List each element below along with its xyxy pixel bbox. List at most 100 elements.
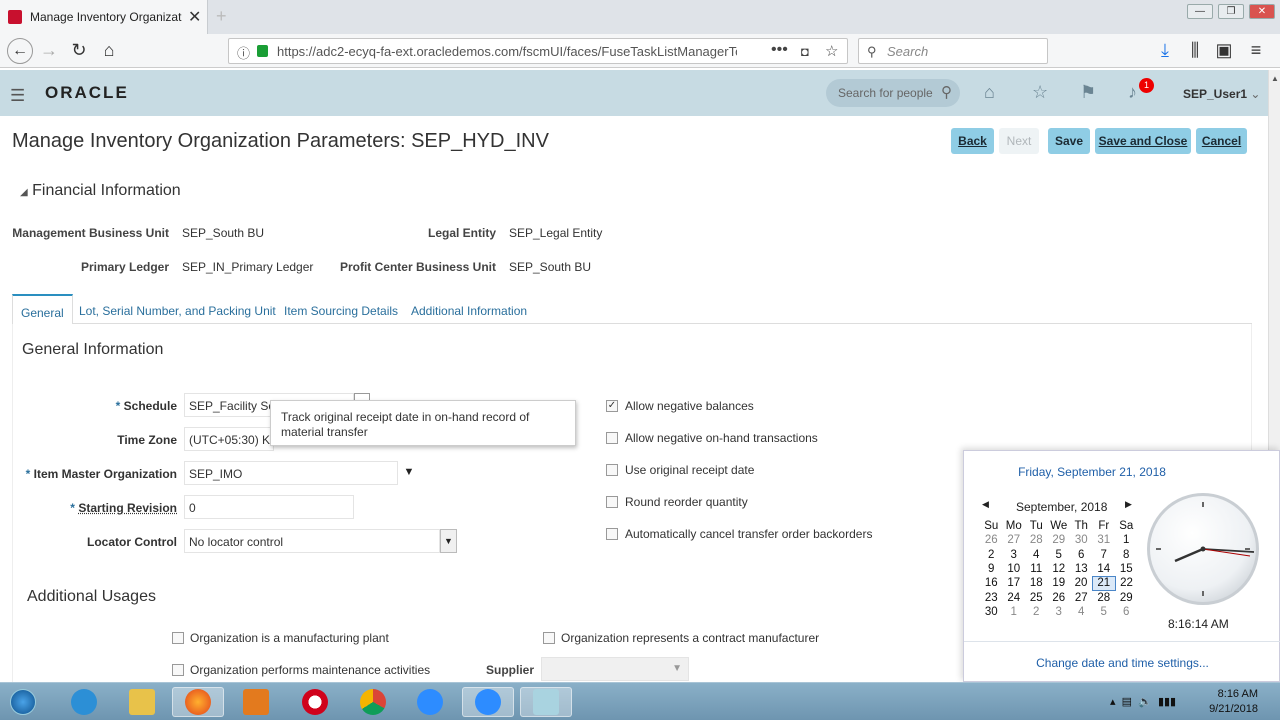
user-menu[interactable]: SEP_User1 ⌄ — [1183, 87, 1260, 101]
calendar-day[interactable]: 30 — [980, 605, 1003, 619]
calendar-day[interactable]: 5 — [1093, 605, 1116, 619]
calendar-day[interactable]: 29 — [1115, 590, 1138, 604]
taskbar-chrome[interactable] — [347, 687, 399, 717]
allow-negative-onhand-checkbox[interactable] — [606, 432, 618, 444]
home-icon[interactable]: ⌂ — [984, 82, 995, 103]
library-icon[interactable]: ⫼ — [1184, 40, 1206, 61]
calendar-day[interactable]: 9 — [980, 562, 1003, 576]
chevron-down-icon[interactable]: ▼ — [440, 529, 457, 553]
time-zone-field[interactable]: (UTC+05:30) Ko — [184, 427, 274, 451]
calendar-day[interactable]: 19 — [1048, 576, 1071, 590]
calendar-day[interactable]: 15 — [1115, 562, 1138, 576]
system-tray[interactable]: ▴ ▤ 🔈 ▮▮▮ — [1110, 695, 1176, 708]
calendar-day[interactable]: 28 — [1093, 590, 1116, 604]
auto-cancel-backorders-checkbox[interactable] — [606, 528, 618, 540]
taskbar-app[interactable] — [520, 687, 572, 717]
tab-item-sourcing-details[interactable]: Item Sourcing Details — [284, 304, 398, 318]
taskbar-opera[interactable] — [289, 687, 341, 717]
calendar-day[interactable]: 14 — [1093, 562, 1116, 576]
calendar-day[interactable]: 31 — [1093, 533, 1116, 547]
save-button[interactable]: Save — [1048, 128, 1090, 154]
calendar-day[interactable]: 4 — [1070, 605, 1093, 619]
financial-information-header[interactable]: ◢ Financial Information — [20, 182, 181, 200]
round-reorder-quantity-checkbox[interactable] — [606, 496, 618, 508]
taskbar-internet-explorer[interactable] — [58, 687, 110, 717]
calendar-day[interactable]: 27 — [1070, 590, 1093, 604]
next-month-icon[interactable]: ▶ — [1125, 499, 1132, 510]
calendar-day[interactable]: 21 — [1092, 575, 1116, 591]
calendar-month-title[interactable]: September, 2018 — [1016, 500, 1107, 514]
use-original-receipt-date-checkbox[interactable] — [606, 464, 618, 476]
tab-additional-information[interactable]: Additional Information — [411, 304, 527, 318]
calendar-day[interactable]: 26 — [980, 533, 1003, 547]
change-date-time-settings-link[interactable]: Change date and time settings... — [964, 656, 1280, 670]
browser-search-input[interactable]: ⚲ Search — [858, 38, 1048, 64]
calendar-day[interactable]: 26 — [1048, 590, 1071, 604]
back-button[interactable]: Back — [951, 128, 994, 154]
minimize-window-icon[interactable]: — — [1187, 4, 1213, 19]
calendar-day[interactable]: 10 — [1003, 562, 1026, 576]
reload-icon[interactable]: ↻ — [68, 40, 90, 61]
start-button[interactable] — [0, 687, 46, 717]
calendar-day[interactable]: 16 — [980, 576, 1003, 590]
back-arrow-icon[interactable]: ← — [7, 38, 33, 64]
calendar-full-date-link[interactable]: Friday, September 21, 2018 — [964, 465, 1220, 479]
maintenance-activities-checkbox[interactable] — [172, 664, 184, 676]
next-button[interactable]: Next — [999, 128, 1039, 154]
calendar-day[interactable]: 27 — [1003, 533, 1026, 547]
new-tab-icon[interactable]: + — [216, 6, 227, 27]
favorites-star-icon[interactable]: ☆ — [1032, 82, 1048, 103]
calendar-day[interactable]: 3 — [1048, 605, 1071, 619]
calendar-day[interactable]: 17 — [1003, 576, 1026, 590]
starting-revision-input[interactable]: 0 — [184, 495, 354, 519]
info-icon[interactable]: ⓘ — [237, 43, 250, 62]
tab-general[interactable]: General — [12, 294, 73, 324]
calendar-day[interactable]: 12 — [1048, 562, 1071, 576]
previous-month-icon[interactable]: ◀ — [982, 499, 989, 510]
cancel-button[interactable]: Cancel — [1196, 128, 1247, 154]
collapse-triangle-icon[interactable]: ◢ — [20, 187, 28, 198]
browser-tab[interactable]: Manage Inventory Organizati ✕ — [0, 0, 208, 34]
page-actions-icon[interactable]: ••• — [771, 41, 788, 59]
calendar-day[interactable]: 29 — [1048, 533, 1071, 547]
search-icon[interactable]: ⚲ — [941, 83, 952, 101]
close-window-icon[interactable]: ✕ — [1249, 4, 1275, 19]
watchlist-flag-icon[interactable]: ⚑ — [1080, 82, 1096, 103]
calendar-day[interactable]: 11 — [1025, 562, 1048, 576]
allow-negative-balances-checkbox[interactable]: ✓ — [606, 400, 618, 412]
bookmark-star-icon[interactable]: ☆ — [825, 42, 838, 60]
calendar-day[interactable]: 6 — [1115, 605, 1138, 619]
calendar-day[interactable]: 2 — [1025, 605, 1048, 619]
calendar-day[interactable]: 8 — [1115, 548, 1138, 562]
menu-icon[interactable]: ≡ — [1245, 40, 1267, 61]
calendar-day[interactable]: 2 — [980, 548, 1003, 562]
notifications-bell-icon[interactable]: ♪ — [1128, 82, 1137, 103]
manufacturing-plant-checkbox[interactable] — [172, 632, 184, 644]
calendar-day[interactable]: 18 — [1025, 576, 1048, 590]
scroll-up-icon[interactable]: ▲ — [1271, 74, 1279, 83]
calendar-day[interactable]: 13 — [1070, 562, 1093, 576]
restore-window-icon[interactable]: ❐ — [1218, 4, 1244, 19]
chevron-down-icon[interactable]: ▼ — [672, 663, 682, 674]
calendar-day[interactable]: 24 — [1003, 590, 1026, 604]
forward-arrow-icon[interactable]: → — [38, 40, 60, 61]
download-icon[interactable]: ⤓ — [1154, 40, 1176, 61]
save-and-close-button[interactable]: Save and Close — [1095, 128, 1191, 154]
address-bar[interactable]: ⓘ https://adc2-ecyq-fa-ext.oracledemos.c… — [228, 38, 848, 64]
supplier-select[interactable]: ▼ — [541, 657, 689, 681]
sidebar-icon[interactable]: ▣ — [1213, 40, 1235, 61]
calendar-day[interactable]: 5 — [1048, 548, 1071, 562]
calendar-day[interactable]: 4 — [1025, 548, 1048, 562]
calendar-day[interactable]: 7 — [1093, 548, 1116, 562]
calendar-day[interactable]: 30 — [1070, 533, 1093, 547]
taskbar-zoom-meeting[interactable] — [462, 687, 514, 717]
taskbar-clock[interactable]: 8:16 AM 9/21/2018 — [1206, 687, 1258, 717]
pocket-icon[interactable]: ◘ — [801, 44, 809, 59]
taskbar-zoom[interactable] — [404, 687, 456, 717]
calendar-day[interactable]: 1 — [1115, 533, 1138, 547]
navigator-menu-icon[interactable]: ☰ — [10, 86, 25, 106]
taskbar-media-app[interactable] — [230, 687, 282, 717]
contract-manufacturer-checkbox[interactable] — [543, 632, 555, 644]
calendar-day[interactable]: 23 — [980, 590, 1003, 604]
oracle-logo[interactable]: ORACLE — [45, 83, 129, 103]
